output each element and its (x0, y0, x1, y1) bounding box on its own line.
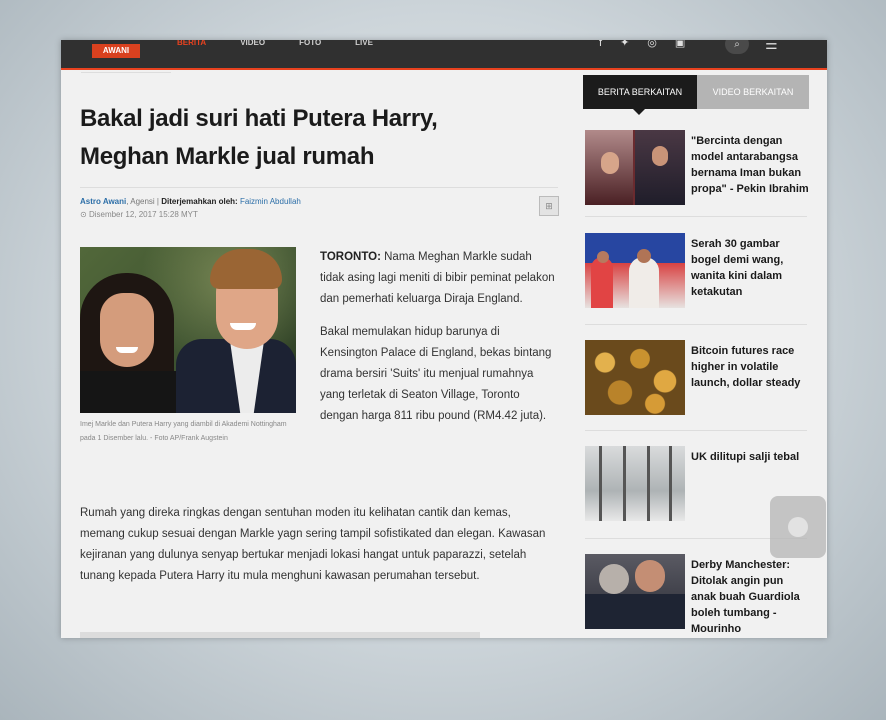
clock-icon: ⊙ (80, 210, 87, 219)
main-nav: BERITA VIDEO FOTO LIVE (177, 40, 373, 58)
photo-shape (669, 446, 672, 521)
menu-icon[interactable]: ☰ (765, 40, 778, 51)
translated-label: Diterjemahkan oleh: (161, 197, 238, 206)
headline-divider (80, 187, 558, 188)
photo-shape (80, 371, 176, 413)
photo-shape (585, 594, 685, 629)
photo-shape (116, 347, 138, 353)
photo-shape (591, 257, 613, 308)
author-link[interactable]: Astro Awani (80, 197, 126, 206)
site-logo[interactable]: AWANI (92, 44, 140, 58)
related-divider (585, 324, 807, 325)
browser-viewport: AWANI BERITA VIDEO FOTO LIVE f ✦ ◎ ▣ ⌕ ☰… (61, 40, 827, 638)
photo-caption: Imej Markle dan Putera Harry yang diambi… (80, 421, 287, 442)
nav-item-live[interactable]: LIVE (355, 40, 373, 58)
photo-shape (635, 560, 665, 592)
related-divider (585, 216, 807, 217)
nav-item-foto[interactable]: FOTO (299, 40, 321, 58)
related-thumbnail[interactable] (585, 446, 685, 521)
article-date: ⊙ Disember 12, 2017 15:28 MYT (80, 210, 198, 219)
photo-shape (637, 249, 651, 263)
photo-shape (599, 564, 629, 594)
related-title[interactable]: Derby Manchester: Ditolak angin pun anak… (691, 557, 809, 637)
related-thumbnail[interactable] (585, 130, 685, 205)
related-title[interactable]: "Bercinta dengan model antarabangsa bern… (691, 133, 809, 197)
photo-shape (635, 130, 685, 205)
photo-shape (597, 251, 609, 263)
related-divider (585, 430, 807, 431)
instagram-icon[interactable]: ◎ (647, 40, 657, 49)
translator-link[interactable]: Faizmin Abdullah (240, 197, 301, 206)
dateline-city: TORONTO: (320, 251, 381, 263)
related-tabs: BERITA BERKAITAN VIDEO BERKAITAN (583, 75, 809, 115)
assistive-touch-icon (788, 517, 808, 537)
article-headline: Bakal jadi suri hati Putera Harry, Megha… (80, 105, 438, 170)
article-body: Rumah yang direka ringkas dengan sentuha… (80, 503, 558, 587)
date-text: Disember 12, 2017 15:28 MYT (88, 210, 198, 219)
assistive-touch-button[interactable] (770, 496, 826, 558)
share-icon[interactable]: ⊞ (539, 196, 559, 216)
photo-shape (601, 152, 619, 174)
twitter-icon[interactable]: ✦ (620, 40, 629, 49)
tab-video-berkaitan[interactable]: VIDEO BERKAITAN (697, 75, 809, 109)
facebook-icon[interactable]: f (599, 40, 602, 49)
nav-item-berita[interactable]: BERITA (177, 40, 206, 58)
social-links: f ✦ ◎ ▣ (599, 40, 685, 49)
agency-text: , Agensi | (126, 197, 162, 206)
lead-paragraph-1: TORONTO: Nama Meghan Markle sudah tidak … (320, 247, 558, 310)
article-photo[interactable] (80, 247, 296, 413)
photo-shape (100, 293, 154, 367)
related-thumbnail[interactable] (585, 340, 685, 415)
related-thumbnail[interactable] (585, 233, 685, 308)
related-title[interactable]: UK dilitupi salji tebal (691, 449, 809, 465)
related-title[interactable]: Serah 30 gambar bogel demi wang, wanita … (691, 236, 809, 300)
tab-berita-berkaitan[interactable]: BERITA BERKAITAN (583, 75, 697, 115)
photo-shape (230, 323, 256, 330)
youtube-icon[interactable]: ▣ (675, 40, 685, 49)
article-byline: Astro Awani, Agensi | Diterjemahkan oleh… (80, 197, 301, 206)
photo-shape (647, 446, 650, 521)
search-icon[interactable]: ⌕ (725, 40, 749, 54)
photo-shape (629, 257, 659, 308)
article-lead: TORONTO: Nama Meghan Markle sudah tidak … (320, 247, 558, 439)
site-header: AWANI BERITA VIDEO FOTO LIVE f ✦ ◎ ▣ ⌕ ☰ (61, 40, 827, 70)
related-thumbnail[interactable] (585, 554, 685, 629)
photo-shape (652, 146, 668, 166)
body-paragraph: Rumah yang direka ringkas dengan sentuha… (80, 507, 546, 582)
related-title[interactable]: Bitcoin futures race higher in volatile … (691, 343, 809, 391)
photo-shape (623, 446, 626, 521)
nav-item-video[interactable]: VIDEO (240, 40, 265, 58)
lead-paragraph-2: Bakal memulakan hidup barunya di Kensing… (320, 326, 552, 422)
next-paragraph-placeholder (80, 632, 480, 638)
breadcrumb (81, 72, 171, 73)
photo-shape (599, 446, 602, 521)
